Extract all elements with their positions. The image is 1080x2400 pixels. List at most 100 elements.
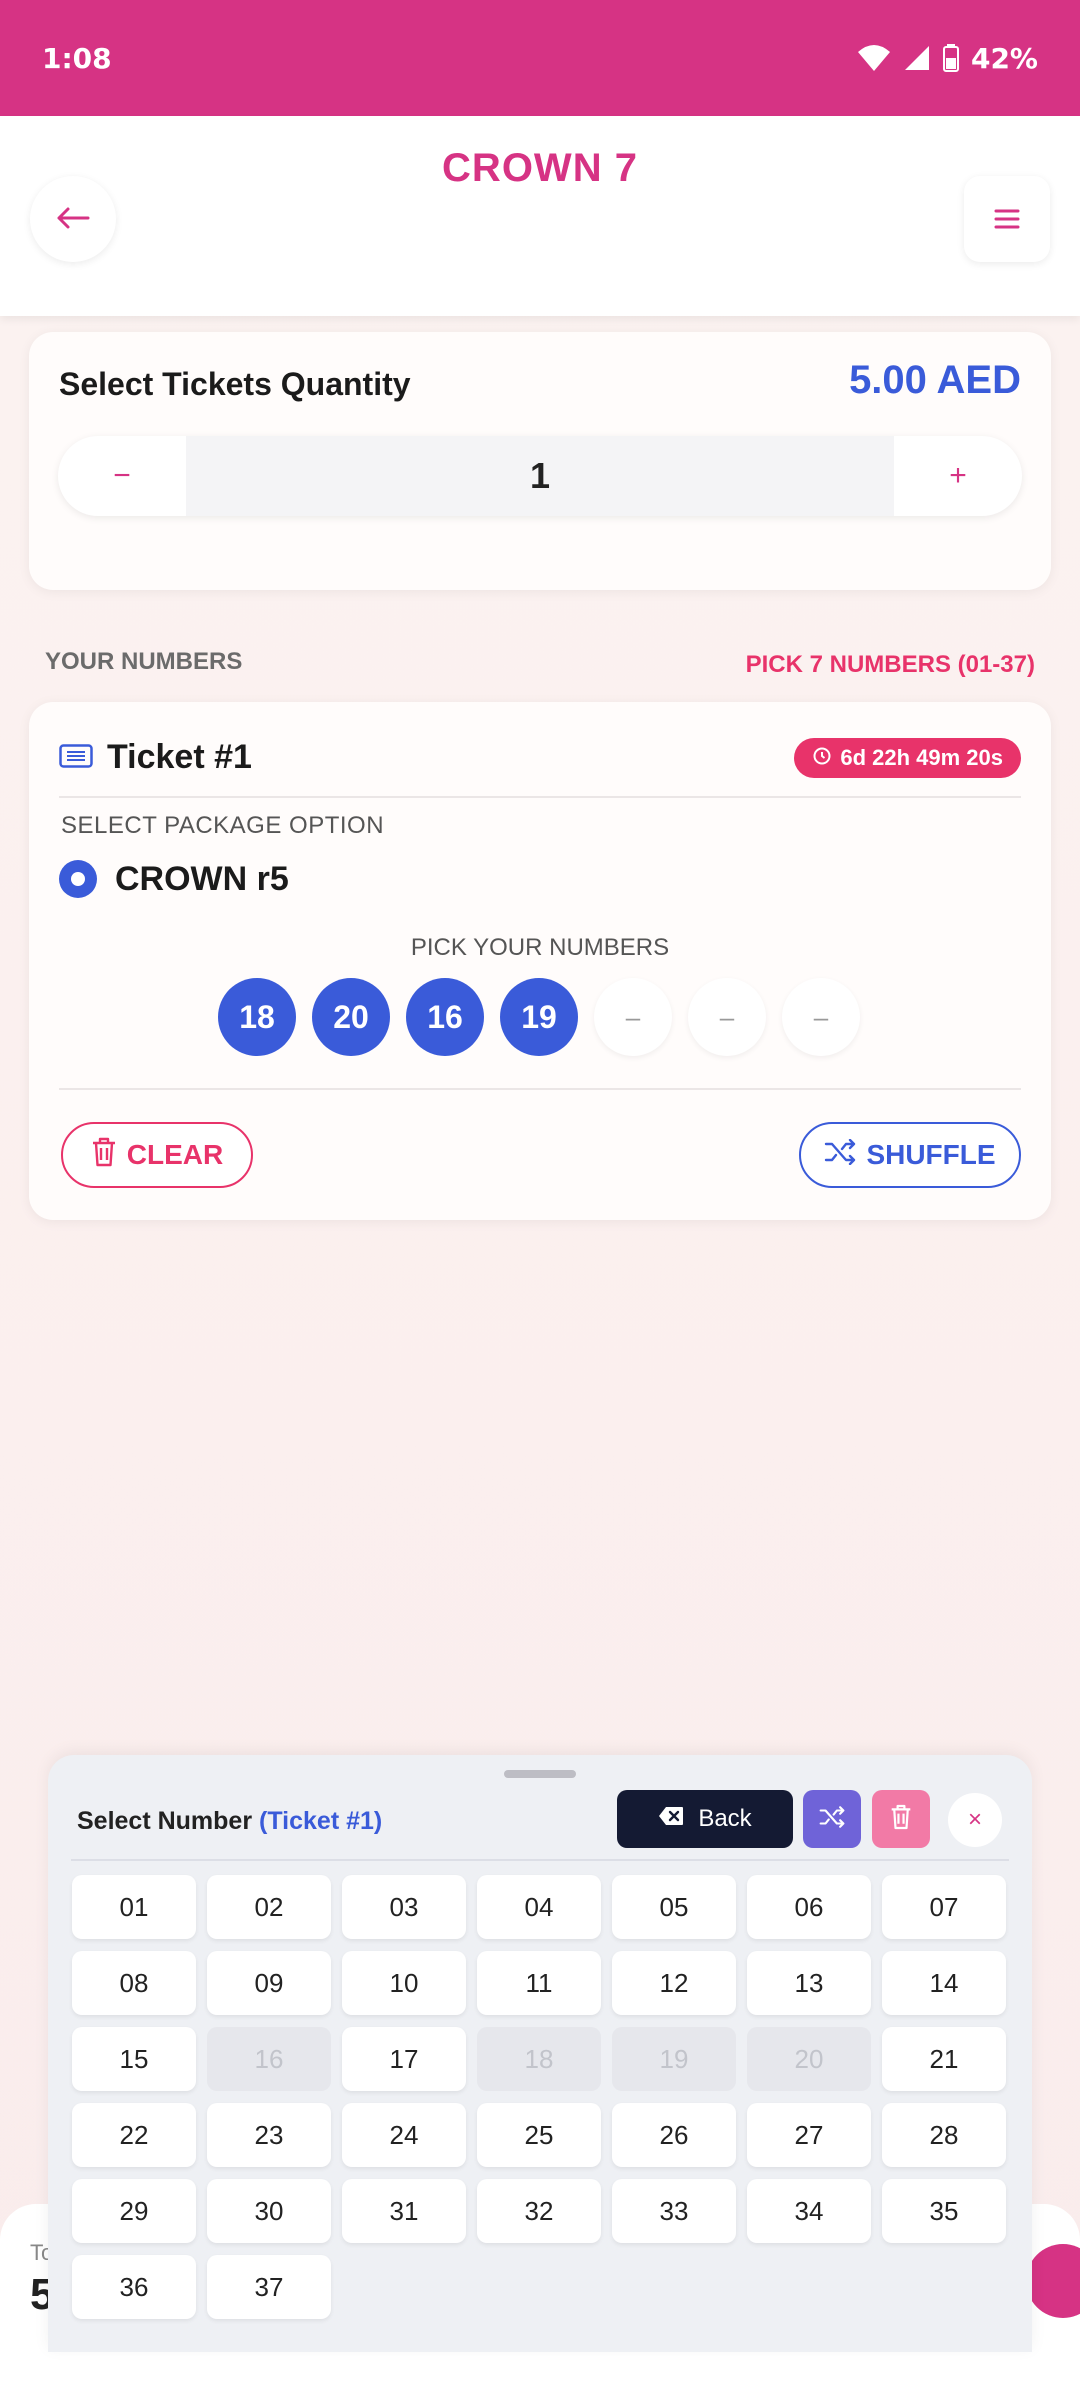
number-cell[interactable]: 02 [207,1875,331,1939]
ticket-price: 5.00 AED [849,358,1021,402]
number-cell[interactable]: 03 [342,1875,466,1939]
sheet-drag-handle[interactable] [504,1770,576,1778]
number-cell[interactable]: 22 [72,2103,196,2167]
decrease-quantity-button[interactable]: − [58,436,186,516]
number-cell[interactable]: 07 [882,1875,1006,1939]
number-cell[interactable]: 17 [342,2027,466,2091]
number-cell[interactable]: 27 [747,2103,871,2167]
number-ball[interactable]: 19 [500,978,578,1056]
picker-clear-button[interactable] [872,1790,930,1848]
cellular-signal-icon [903,44,931,72]
your-numbers-label: YOUR NUMBERS [45,648,243,675]
trash-icon [890,1804,912,1835]
package-radio[interactable] [59,860,97,898]
number-cell[interactable]: 11 [477,1951,601,2015]
quantity-stepper: − 1 + [58,436,1022,516]
battery-percent: 42% [970,41,1038,75]
picker-divider [71,1859,1009,1861]
pick-your-numbers-label: PICK YOUR NUMBERS [410,934,670,961]
number-cell[interactable]: 06 [747,1875,871,1939]
page-title: CROWN 7 [442,146,638,190]
shuffle-icon [819,1805,845,1833]
empty-number-slot[interactable]: – [594,978,672,1056]
number-cell[interactable]: 34 [747,2179,871,2243]
number-cell[interactable]: 29 [72,2179,196,2243]
status-bar: 1:08 42% [0,0,1080,116]
number-cell[interactable]: 09 [207,1951,331,2015]
number-cell[interactable]: 13 [747,1951,871,2015]
number-cell[interactable]: 35 [882,2179,1006,2243]
battery-icon [942,44,959,72]
empty-number-slot[interactable]: – [688,978,766,1056]
empty-number-slot[interactable]: – [782,978,860,1056]
countdown-text: 6d 22h 49m 20s [840,745,1003,770]
number-ball[interactable]: 16 [406,978,484,1056]
quantity-value[interactable]: 1 [186,436,894,516]
timer-icon [812,745,832,771]
status-time: 1:08 [42,41,112,75]
trash-icon [91,1137,117,1174]
picker-title: Select Number (Ticket #1) [77,1807,382,1836]
number-cell[interactable]: 26 [612,2103,736,2167]
back-button[interactable] [30,176,116,262]
pick-numbers-hint: PICK 7 NUMBERS (01-37) [745,651,1035,678]
menu-button[interactable] [964,176,1050,262]
ticket-title: Ticket #1 [107,738,252,776]
wifi-icon [857,44,891,72]
ticket-card: Ticket #1 6d 22h 49m 20s SELECT PACKAGE … [29,702,1051,1220]
ticket-divider-top [59,796,1021,798]
checkout-button[interactable] [1026,2244,1080,2318]
backspace-icon [658,1805,684,1833]
arrow-left-icon [56,200,90,239]
number-cell[interactable]: 15 [72,2027,196,2091]
number-cell[interactable]: 25 [477,2103,601,2167]
clear-button[interactable]: CLEAR [61,1122,253,1188]
number-cell[interactable]: 23 [207,2103,331,2167]
ticket-icon [59,744,93,768]
number-cell[interactable]: 21 [882,2027,1006,2091]
close-button[interactable]: × [948,1793,1002,1847]
app-header: CROWN 7 [0,116,1080,316]
number-ball[interactable]: 18 [218,978,296,1056]
number-ball[interactable]: 20 [312,978,390,1056]
clear-label: CLEAR [126,1139,224,1170]
number-grid: 01 02 03 04 05 06 07 08 09 10 11 12 13 14 15 16 17 18 19 20… [72,1875,1008,2319]
number-cell[interactable]: 33 [612,2179,736,2243]
hamburger-menu-icon [994,200,1020,239]
number-cell-selected: 20 [747,2027,871,2091]
selected-numbers: 18 20 16 19 – – – [218,978,878,1058]
backspace-button[interactable]: Back [617,1790,793,1848]
number-cell[interactable]: 36 [72,2255,196,2319]
number-cell[interactable]: 12 [612,1951,736,2015]
number-picker-sheet: Select Number (Ticket #1) Back × 01 02 03 0… [48,1755,1032,2352]
number-cell[interactable]: 30 [207,2179,331,2243]
number-cell[interactable]: 32 [477,2179,601,2243]
number-cell[interactable]: 14 [882,1951,1006,2015]
shuffle-icon [824,1138,856,1172]
ticket-divider-bottom [59,1088,1021,1090]
shuffle-label: SHUFFLE [866,1139,996,1170]
number-cell[interactable]: 37 [207,2255,331,2319]
number-cell[interactable]: 04 [477,1875,601,1939]
picker-ticket-ref: (Ticket #1) [259,1807,383,1835]
number-cell[interactable]: 01 [72,1875,196,1939]
quantity-card: Select Tickets Quantity 5.00 AED − 1 + [29,332,1051,590]
number-cell-selected: 19 [612,2027,736,2091]
quantity-title: Select Tickets Quantity [59,366,411,402]
number-cell-selected: 16 [207,2027,331,2091]
package-name[interactable]: CROWN r5 [115,860,289,899]
number-cell[interactable]: 05 [612,1875,736,1939]
picker-title-text: Select Number [77,1807,253,1835]
picker-shuffle-button[interactable] [803,1790,861,1848]
back-label: Back [698,1805,752,1832]
number-cell[interactable]: 10 [342,1951,466,2015]
number-cell[interactable]: 24 [342,2103,466,2167]
number-cell[interactable]: 08 [72,1951,196,2015]
countdown-badge: 6d 22h 49m 20s [794,738,1021,778]
increase-quantity-button[interactable]: + [894,436,1022,516]
shuffle-button[interactable]: SHUFFLE [799,1122,1021,1188]
status-icons: 42% [857,42,1038,75]
number-cell-selected: 18 [477,2027,601,2091]
number-cell[interactable]: 28 [882,2103,1006,2167]
number-cell[interactable]: 31 [342,2179,466,2243]
